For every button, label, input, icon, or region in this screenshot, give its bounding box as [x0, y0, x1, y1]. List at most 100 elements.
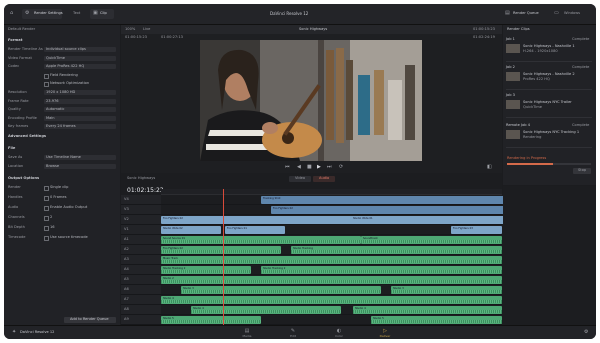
render-settings-panel: Default Render Format Render Timeline As…: [4, 25, 120, 325]
clip-label: Studio 4: [163, 297, 174, 300]
reverse-icon[interactable]: ◀: [297, 165, 301, 170]
timeline-panel: Sonic Highways Video Audio 01:02:15:23 V…: [121, 173, 596, 325]
audio-clip[interactable]: Soundtrack: [361, 235, 502, 244]
loop-icon[interactable]: ⟳: [339, 165, 343, 170]
audio-clip[interactable]: Studio Tracking: [291, 245, 502, 254]
setting-dropdown[interactable]: Main: [44, 115, 116, 121]
stop-render-button[interactable]: Stop: [573, 168, 591, 174]
preferences-icon[interactable]: ⚙: [584, 330, 588, 335]
output-option[interactable]: Single clip: [44, 185, 116, 191]
setting-row: Video Format QuickTime: [8, 55, 116, 62]
tab-audio[interactable]: Audio: [313, 176, 335, 182]
radio-button[interactable]: [44, 196, 49, 201]
track-header[interactable]: A7: [121, 295, 161, 304]
home-icon[interactable]: ⌂: [10, 11, 13, 16]
track-header[interactable]: A3: [121, 255, 161, 264]
clip-label: Tracking Shot: [263, 197, 281, 200]
radio-button[interactable]: [44, 186, 49, 191]
video-clip[interactable]: Foo Fighters 01: [225, 225, 285, 234]
setting-dropdown[interactable]: Automatic: [44, 107, 116, 113]
setting-dropdown[interactable]: 23.976: [44, 98, 116, 104]
play-icon[interactable]: ▶: [317, 165, 321, 170]
audio-clip[interactable]: Studio 4: [353, 305, 502, 314]
setting-dropdown[interactable]: Individual source clips: [44, 47, 116, 52]
track-header[interactable]: A8: [121, 305, 161, 314]
track-header[interactable]: A2: [121, 245, 161, 254]
waveform: [261, 269, 502, 273]
tab-text[interactable]: Text: [64, 9, 88, 19]
output-option[interactable]: 2: [44, 215, 116, 221]
track-header[interactable]: A9: [121, 315, 161, 324]
video-clip[interactable]: Foo Fighters 03: [451, 225, 502, 234]
audio-clip[interactable]: Studio 3: [181, 285, 381, 294]
setting-row: Field Rendering: [8, 73, 116, 79]
viewer-mode[interactable]: Live: [143, 27, 150, 32]
output-option[interactable]: Use source timecode: [44, 235, 116, 241]
audio-clip[interactable]: Studio 4: [161, 295, 502, 304]
radio-button[interactable]: [44, 206, 49, 211]
audio-clip[interactable]: Studio 5: [161, 315, 261, 324]
page-tab-color[interactable]: ◐ Color: [328, 328, 350, 339]
radio-button[interactable]: [44, 216, 49, 221]
audio-meter-icon[interactable]: ◧: [487, 165, 492, 170]
add-to-queue-button[interactable]: Add to Render Queue: [64, 317, 116, 323]
output-option[interactable]: Enable Audio Output: [44, 205, 116, 211]
setting-dropdown[interactable]: 1920 x 1080 HD: [44, 90, 116, 95]
output-option[interactable]: 16: [44, 225, 116, 231]
playhead[interactable]: [223, 189, 224, 325]
track-header[interactable]: A6: [121, 285, 161, 294]
setting-checkbox-row[interactable]: Network Optimization: [44, 81, 116, 88]
stop-icon[interactable]: ■: [307, 165, 312, 170]
checkbox[interactable]: [44, 73, 49, 79]
advanced-section-title[interactable]: Advanced Settings: [8, 134, 46, 139]
render-settings-button[interactable]: Render Settings ⚙: [22, 9, 63, 19]
page-tab-deliver[interactable]: ▷ Deliver: [374, 328, 396, 339]
tab-clip-label: Clip: [100, 11, 107, 15]
setting-dropdown[interactable]: Apple ProRes 422 HQ: [44, 64, 116, 70]
audio-clip[interactable]: Music Track: [161, 255, 502, 264]
track-header[interactable]: V2: [121, 215, 161, 224]
file-field[interactable]: Use Timeline Name: [44, 155, 116, 160]
track-header[interactable]: A5: [121, 275, 161, 284]
file-field[interactable]: Browse: [44, 163, 116, 169]
setting-checkbox-row[interactable]: Field Rendering: [44, 73, 116, 79]
audio-clip[interactable]: Studio Tracking 2: [161, 265, 251, 274]
audio-clip[interactable]: Foo Fighters 02: [161, 245, 281, 254]
waveform: [353, 309, 502, 313]
zoom-level[interactable]: 100%: [125, 27, 135, 32]
track-header[interactable]: A1: [121, 235, 161, 244]
radio-button[interactable]: [44, 236, 49, 241]
audio-clip[interactable]: Studio Tracking 2: [261, 265, 502, 274]
audio-clip[interactable]: Sound Source 01: [161, 235, 361, 244]
timeline-name[interactable]: Sonic Highways: [127, 176, 155, 181]
jump-start-icon[interactable]: ⏮: [285, 165, 290, 170]
page-tab-media[interactable]: ▤ Media: [236, 328, 258, 339]
audio-clip[interactable]: Studio 3: [391, 285, 502, 294]
render-job[interactable]: Job 2 Sonic Highways - Nashville 2 ProRes …: [506, 65, 592, 90]
track-header[interactable]: A4: [121, 265, 161, 274]
radio-button[interactable]: [44, 226, 49, 231]
render-job[interactable]: Job 1 Sonic Highways - Nashville 1 H.264 -…: [506, 37, 592, 62]
track-header[interactable]: V1: [121, 225, 161, 234]
tab-video[interactable]: Video: [289, 176, 311, 182]
audio-clip[interactable]: Studio 4: [191, 305, 341, 314]
setting-dropdown[interactable]: QuickTime: [44, 55, 116, 61]
setting-row: Codec Apple ProRes 422 HQ: [8, 64, 116, 70]
render-job[interactable]: Job 3 Sonic Highways NYC Trailer QuickTime: [506, 93, 592, 118]
page-tab-edit[interactable]: ✎ Edit: [282, 328, 304, 339]
queue-icon: ▤: [505, 10, 510, 16]
video-clip[interactable]: Studio Wide 02: [161, 225, 221, 234]
timeline-track: V2 Foo Fighters 02 Studio Wide 01: [121, 215, 596, 225]
render-job[interactable]: Remote Job 4 Sonic Highways NYC Tracking …: [506, 123, 592, 148]
render-queue-button[interactable]: ▤ Render Queue: [503, 9, 547, 19]
tab-clip[interactable]: ▣ Clip: [90, 9, 114, 19]
setting-dropdown[interactable]: Every 24 frames: [44, 124, 116, 130]
output-option[interactable]: 0 Frames: [44, 195, 116, 201]
windows-button[interactable]: ▭ Windows: [552, 9, 592, 19]
audio-clip[interactable]: Studio 5: [371, 315, 502, 324]
track-header[interactable]: V3: [121, 205, 161, 214]
track-header[interactable]: V4: [121, 195, 161, 204]
checkbox[interactable]: [44, 82, 49, 88]
audio-clip[interactable]: Studio 2: [161, 275, 502, 284]
jump-end-icon[interactable]: ⏭: [327, 165, 332, 170]
